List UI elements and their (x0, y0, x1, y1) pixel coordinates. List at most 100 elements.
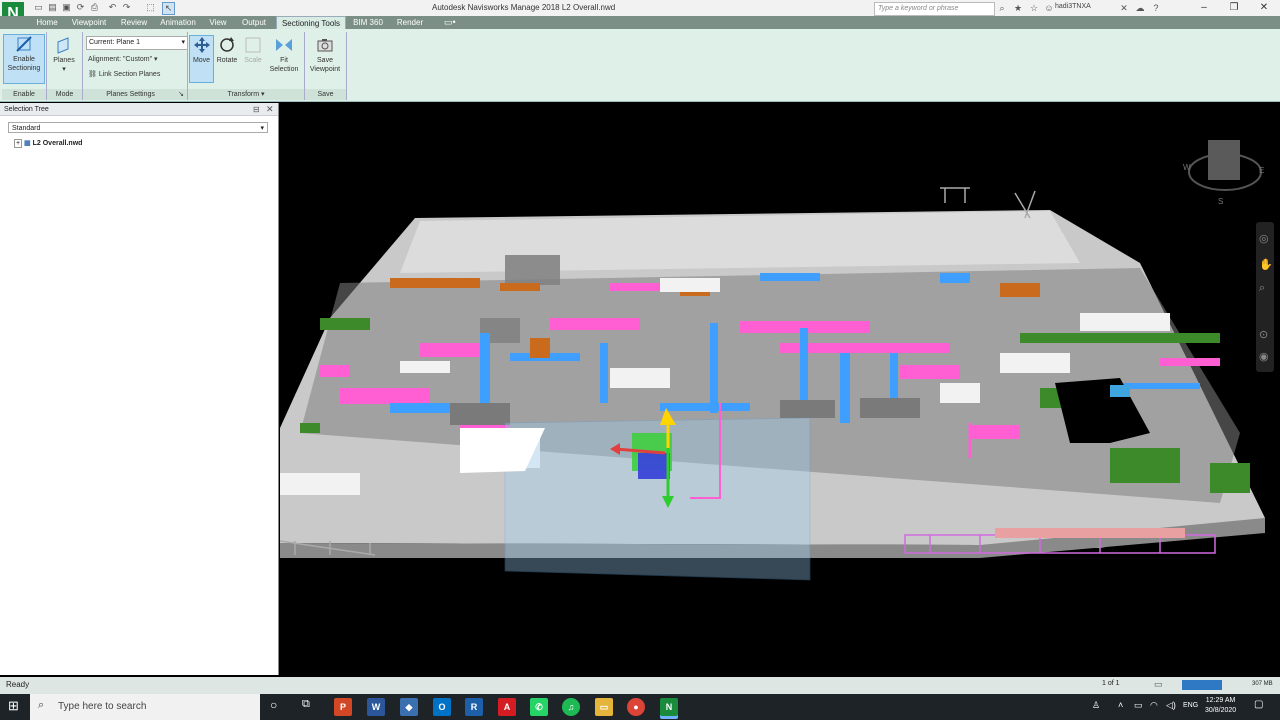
fit-selection-button[interactable]: Fit Selection (266, 36, 302, 84)
navisworks-taskbar-icon[interactable]: N (660, 698, 678, 716)
pin-icon[interactable]: ⊟ (253, 105, 260, 114)
help-search-input[interactable]: Type a keyword or phrase (874, 2, 995, 16)
select-icon[interactable]: ⬚ (145, 2, 156, 13)
taskbar-search[interactable]: Type here to search (30, 694, 260, 720)
tree-root-item[interactable]: + ▦ L2 Overall.nwd (14, 139, 82, 148)
select-cursor-icon[interactable]: ↖ (162, 2, 175, 15)
ribbon-options-icon[interactable]: ▭• (444, 17, 456, 28)
exchange-icon[interactable]: ✕ (1118, 2, 1130, 14)
save-viewpoint-button[interactable]: Save Viewpoint (305, 36, 345, 84)
print-icon[interactable]: ⎙ (89, 2, 100, 13)
file-explorer-icon[interactable]: ▭ (595, 698, 613, 716)
volume-icon[interactable]: ◁) (1166, 700, 1176, 711)
planes-button[interactable]: Planes ▾ (50, 36, 78, 84)
panel-close-icon[interactable]: ✕ (266, 104, 274, 115)
rotate-button[interactable]: Rotate (215, 36, 239, 82)
tab-home[interactable]: Home (31, 16, 63, 29)
link-icon: ⛓ (88, 71, 97, 78)
user-name[interactable]: hadi3TNXA (1055, 3, 1091, 10)
app-blue-icon[interactable]: ◆ (400, 698, 418, 716)
viewcube-w: W (1183, 163, 1191, 172)
sectioning-icon (16, 36, 32, 52)
word-icon[interactable]: W (367, 698, 385, 716)
redo-icon[interactable]: ↷ (121, 2, 132, 13)
expand-icon[interactable]: + (14, 139, 23, 148)
outlook-icon[interactable]: O (433, 698, 451, 716)
tray-chevron-icon[interactable]: ˄ (1118, 700, 1123, 710)
viewcube-e: E (1259, 166, 1265, 175)
group-planes-settings-label: Planes Settings (106, 91, 155, 98)
tab-output[interactable]: Output (236, 16, 272, 29)
tab-viewpoint[interactable]: Viewpoint (66, 16, 112, 29)
status-bar (0, 677, 1280, 694)
notification-icon[interactable]: ▢ (1254, 699, 1263, 710)
tab-view[interactable]: View (204, 16, 232, 29)
language-indicator[interactable]: ENG (1183, 702, 1198, 709)
mep-block (860, 398, 920, 418)
current-plane-value: Current: Plane 1 (89, 39, 140, 46)
save-icon[interactable]: ▣ (61, 2, 72, 13)
group-enable-label: Enable (2, 89, 46, 100)
close-button[interactable]: ✕ (1248, 0, 1280, 16)
search-icon[interactable]: ⌕ (996, 2, 1008, 14)
scale-icon (245, 37, 261, 53)
steering-wheel-icon[interactable]: ◎ (1259, 232, 1269, 245)
orbit-icon[interactable]: ⊙ (1259, 328, 1268, 341)
revit-icon[interactable]: R (465, 698, 483, 716)
new-icon[interactable]: ▭ (33, 2, 44, 13)
clock[interactable]: 12:29 AM 30/8/2020 (1205, 696, 1236, 716)
clock-date: 30/8/2020 (1205, 707, 1237, 714)
whatsapp-icon[interactable]: ✆ (530, 698, 548, 716)
user-icon[interactable]: ☺ (1043, 2, 1055, 14)
zoom-icon[interactable]: ⌕ (1259, 282, 1265, 295)
selection-tree-dropdown[interactable]: Standard ▾ (8, 122, 268, 133)
group-mode-label: Mode (47, 89, 82, 100)
windows-start-icon[interactable]: ⊞ (8, 699, 22, 713)
restore-button[interactable]: ❐ (1218, 0, 1250, 16)
pan-icon[interactable]: ✋ (1259, 258, 1273, 271)
cloud-icon[interactable]: ☁ (1134, 2, 1146, 14)
chrome-icon[interactable]: ● (627, 698, 645, 716)
dialog-launcher-icon[interactable]: ↘ (178, 89, 187, 100)
scale-button[interactable]: Scale (242, 36, 264, 82)
tab-bim360[interactable]: BIM 360 (349, 16, 387, 29)
open-icon[interactable]: ▤ (47, 2, 58, 13)
undo-icon[interactable]: ↶ (107, 2, 118, 13)
alignment-dropdown[interactable]: Alignment: "Custom" ▾ (88, 55, 158, 63)
cortana-icon[interactable]: ○ (270, 698, 277, 712)
rotate-icon (220, 37, 234, 52)
ribbon-separator (346, 32, 347, 100)
network-icon[interactable]: ▭ (1134, 700, 1143, 711)
spotify-icon[interactable]: ♫ (562, 698, 580, 716)
people-icon[interactable]: ♙ (1092, 700, 1100, 711)
selection-tree-title: Selection Tree (0, 103, 278, 116)
acrobat-icon[interactable]: A (498, 698, 516, 716)
model-view[interactable] (279, 103, 1280, 675)
move-button[interactable]: Move (189, 35, 214, 83)
subscription-icon[interactable]: ★ (1012, 2, 1024, 14)
wifi-icon[interactable]: ◠ (1150, 700, 1158, 711)
current-plane-dropdown[interactable]: Current: Plane 1 ▾ (86, 36, 188, 50)
tab-review[interactable]: Review (115, 16, 153, 29)
camera-icon (317, 39, 333, 52)
minimize-button[interactable]: – (1188, 0, 1220, 16)
powerpoint-icon[interactable]: P (334, 698, 352, 716)
viewcube-s: S (1218, 197, 1224, 206)
move-icon (193, 37, 210, 53)
tab-sectioning-tools[interactable]: Sectioning Tools (276, 16, 346, 30)
refresh-icon[interactable]: ⟳ (75, 2, 86, 13)
task-view-icon[interactable]: ⧉ (302, 698, 310, 711)
viewcube[interactable] (1186, 140, 1264, 200)
help-icon[interactable]: ? (1150, 2, 1162, 14)
tab-animation[interactable]: Animation (155, 16, 201, 29)
planes-icon (57, 37, 69, 54)
3d-viewport[interactable] (279, 103, 1280, 675)
tab-render[interactable]: Render (392, 16, 428, 29)
group-planes-settings[interactable]: Planes Settings ↘ (83, 89, 187, 100)
star-icon[interactable]: ☆ (1028, 2, 1040, 14)
sheet-browser-icon[interactable]: ▭ (1154, 679, 1163, 690)
group-transform[interactable]: Transform ▾ (188, 89, 304, 100)
look-icon[interactable]: ◉ (1259, 350, 1269, 363)
link-section-planes-button[interactable]: ⛓ Link Section Planes (88, 70, 160, 78)
enable-sectioning-button[interactable]: Enable Sectioning (3, 34, 45, 84)
